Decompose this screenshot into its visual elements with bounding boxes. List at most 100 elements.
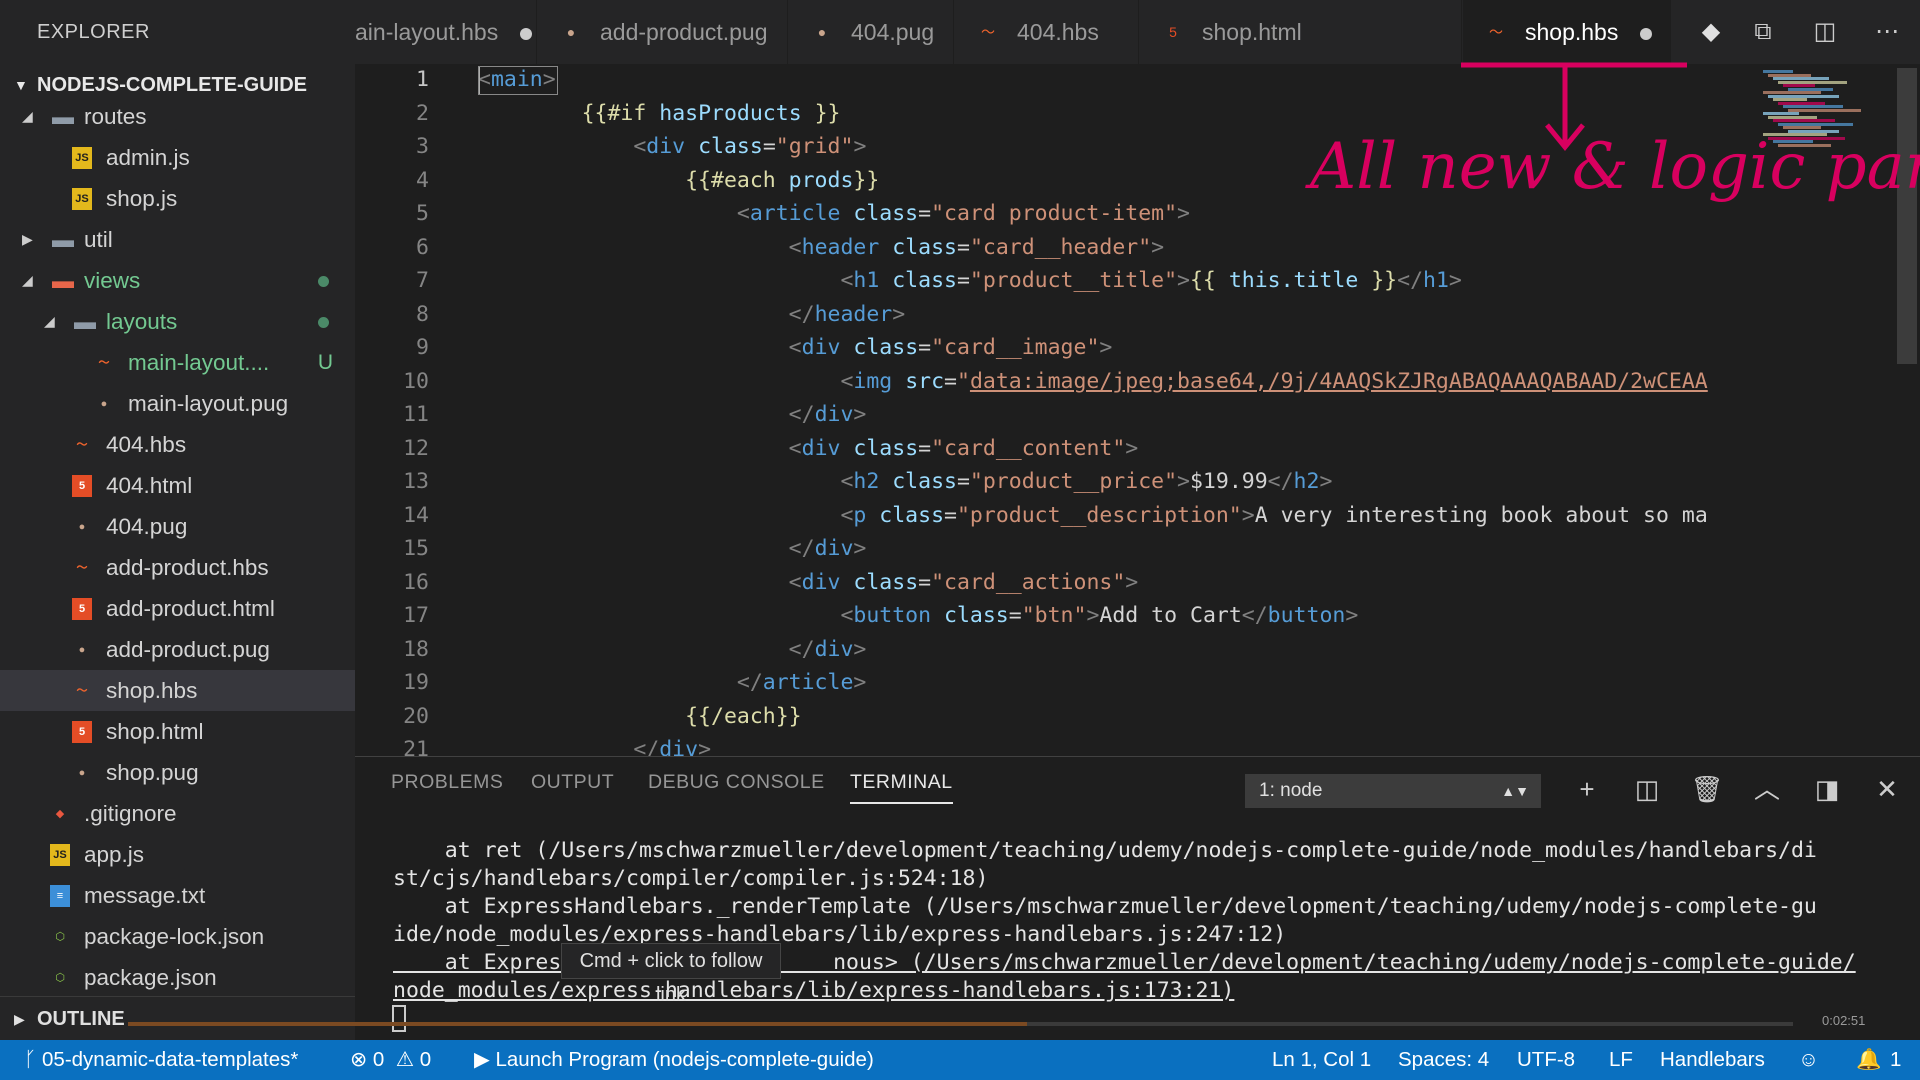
line-number: 8 [416, 301, 429, 327]
tree-item[interactable]: ◢ ▬ views [0, 260, 355, 301]
js-file-icon: JS [72, 188, 92, 210]
tab-problems[interactable]: PROBLEMS [391, 771, 503, 794]
tree-item[interactable]: ◢ ▬ layouts [0, 301, 355, 342]
editor-tab[interactable]: ● 404.pug [789, 0, 954, 64]
problems-indicator[interactable]: ⊗ 0 ⚠ 0 [350, 1040, 431, 1080]
tab-output[interactable]: OUTPUT [531, 771, 614, 794]
line-number: 4 [416, 167, 429, 193]
code-line[interactable]: 14 <p class="product__description">A ver… [355, 499, 1755, 533]
git-compare-icon[interactable]: ◆ [1695, 16, 1727, 48]
tree-item[interactable]: ◢ ▬ routes [0, 96, 355, 137]
git-branch-icon: ᚴ [24, 1048, 37, 1071]
editor-tab[interactable]: ● add-product.pug [538, 0, 788, 64]
close-icon[interactable]: ✕ [1869, 771, 1905, 807]
branch-indicator[interactable]: ᚴ 05-dynamic-data-templates* [24, 1040, 298, 1080]
more-actions-icon[interactable]: ⋯ [1871, 16, 1903, 48]
open-changes-icon[interactable]: ⧉ [1747, 16, 1779, 48]
code-line[interactable]: 11 </div> [355, 398, 1755, 432]
tree-item-label: shop.hbs [106, 678, 198, 703]
code-line[interactable]: 7 <h1 class="product__title">{{ this.tit… [355, 264, 1755, 298]
tree-item[interactable]: ≡ message.txt [0, 875, 355, 916]
outline-section[interactable]: ▶ OUTLINE [0, 996, 355, 1040]
line-number: 20 [403, 703, 429, 729]
line-number: 6 [416, 234, 429, 260]
tab-terminal[interactable]: TERMINAL [850, 771, 953, 804]
tree-item[interactable]: 5 404.html [0, 465, 355, 506]
code-line[interactable]: 6 <header class="card__header"> [355, 231, 1755, 265]
tree-item[interactable]: ● main-layout.pug [0, 383, 355, 424]
video-progress-bar[interactable] [128, 1022, 1793, 1026]
folder-icon: ▬ [52, 227, 74, 252]
code-line[interactable]: 10 <img src="data:image/jpeg;base64,/9j/… [355, 365, 1755, 399]
warning-count: 0 [419, 1048, 432, 1071]
code-line[interactable]: 12 <div class="card__content"> [355, 432, 1755, 466]
code-line[interactable]: 18 </div> [355, 633, 1755, 667]
trash-icon[interactable]: 🗑 [1689, 771, 1725, 807]
tree-item-label: shop.pug [106, 760, 199, 785]
unsaved-dot[interactable] [1640, 27, 1653, 40]
editor-tab-label: shop.hbs [1525, 19, 1619, 45]
branch-name: 05-dynamic-data-templates* [42, 1048, 299, 1071]
tree-item[interactable]: 5 add-product.html [0, 588, 355, 629]
tree-item[interactable]: ● shop.pug [0, 752, 355, 793]
code-line[interactable]: 21 </div> [355, 733, 1755, 756]
terminal-line[interactable]: node_modules/express-handlebars/lib/expr… [393, 977, 1234, 1005]
cursor-position[interactable]: Ln 1, Col 1 [1272, 1040, 1371, 1080]
split-editor-icon[interactable]: ◫ [1809, 16, 1841, 48]
tree-item[interactable]: JS app.js [0, 834, 355, 875]
terminal-line: st/cjs/handlebars/compiler/compiler.js:5… [393, 866, 989, 891]
tree-item[interactable]: ● 404.pug [0, 506, 355, 547]
code-text: </div> [788, 536, 867, 561]
code-line[interactable]: 15 </div> [355, 532, 1755, 566]
explorer-title: EXPLORER [37, 21, 150, 43]
bell-icon[interactable]: 🔔 [1856, 1040, 1882, 1080]
tree-item[interactable]: ⬡ package-lock.json [0, 916, 355, 957]
chevron-down-icon[interactable]: ◢ [22, 260, 33, 301]
code-line[interactable]: 20 {{/each}} [355, 700, 1755, 734]
tree-item[interactable]: ◆ .gitignore [0, 793, 355, 834]
code-line[interactable]: 8 </header> [355, 298, 1755, 332]
chevron-down-icon[interactable]: ◢ [22, 96, 33, 137]
chevron-right-icon: ▶ [14, 1011, 25, 1027]
eol[interactable]: LF [1609, 1040, 1633, 1080]
editor-tab[interactable]: ain-layout.hbs [355, 0, 537, 64]
code-line[interactable]: 13 <h2 class="product__price">$19.99</h2… [355, 465, 1755, 499]
select-arrows-icon: ▲▼ [1501, 783, 1529, 799]
tree-item[interactable]: ● add-product.pug [0, 629, 355, 670]
maximize-panel-icon[interactable]: ◨ [1809, 771, 1845, 807]
code-line[interactable]: 19 </article> [355, 666, 1755, 700]
chevron-down-icon[interactable]: ◢ [44, 301, 55, 342]
tree-item[interactable]: 5 shop.html [0, 711, 355, 752]
tree-item[interactable]: 〜 shop.hbs [0, 670, 355, 711]
tree-item[interactable]: 〜 404.hbs [0, 424, 355, 465]
split-terminal-icon[interactable]: ◫ [1629, 771, 1665, 807]
tree-item[interactable]: JS admin.js [0, 137, 355, 178]
code-text: {{#if hasProducts }} [581, 100, 841, 126]
editor-tab[interactable]: 5 shop.html [1140, 0, 1462, 64]
terminal-select[interactable]: 1: node ▲▼ [1245, 774, 1541, 808]
tree-item[interactable]: ⬡ package.json [0, 957, 355, 998]
plus-icon[interactable]: + [1569, 771, 1605, 807]
code-line[interactable]: 16 <div class="card__actions"> [355, 566, 1755, 600]
smiley-icon[interactable]: ☺ [1798, 1040, 1819, 1080]
editor-tab[interactable]: 〜 404.hbs [955, 0, 1139, 64]
language-mode[interactable]: Handlebars [1660, 1040, 1765, 1080]
tree-item[interactable]: JS shop.js [0, 178, 355, 219]
code-line[interactable]: 17 <button class="btn">Add to Cart</butt… [355, 599, 1755, 633]
tab-debug-console[interactable]: DEBUG CONSOLE [648, 771, 825, 794]
js-file-icon: JS [50, 844, 70, 866]
tree-item-label: add-product.hbs [106, 555, 269, 580]
launch-indicator[interactable]: ▶ Launch Program (nodejs-complete-guide) [474, 1040, 874, 1080]
unsaved-dot[interactable] [520, 27, 533, 40]
chevron-right-icon[interactable]: ▶ [22, 219, 33, 260]
indentation[interactable]: Spaces: 4 [1398, 1040, 1489, 1080]
code-line[interactable]: 9 <div class="card__image"> [355, 331, 1755, 365]
code-text: {{#each prods}} [685, 167, 880, 193]
tree-item[interactable]: ▶ ▬ util [0, 219, 355, 260]
tree-item[interactable]: 〜 main-layout.... U [0, 342, 355, 383]
chevron-up-icon[interactable]: ︿ [1749, 771, 1785, 807]
encoding[interactable]: UTF-8 [1517, 1040, 1575, 1080]
scrollbar-thumb[interactable] [1897, 68, 1917, 364]
tree-item[interactable]: 〜 add-product.hbs [0, 547, 355, 588]
tree-item-label: package.json [84, 965, 217, 990]
